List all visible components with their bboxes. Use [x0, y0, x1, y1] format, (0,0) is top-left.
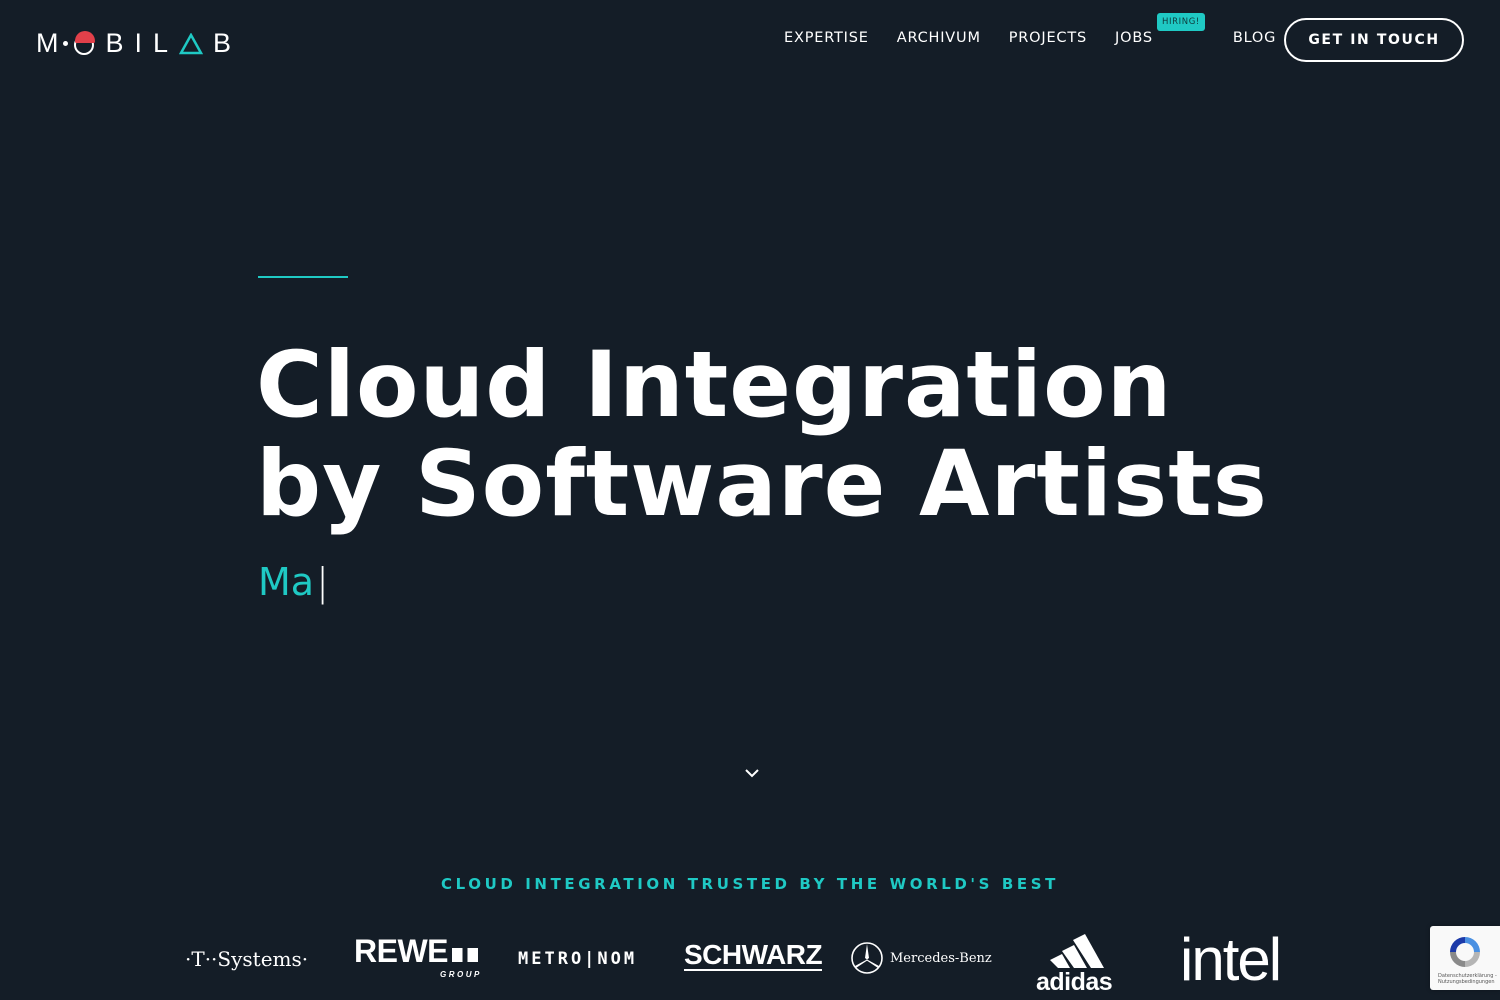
- logo-letter-m: M: [36, 28, 63, 58]
- hero-title: Cloud Integration by Software Artists: [256, 336, 1268, 534]
- logo-letter-b: B: [213, 28, 232, 58]
- page: M BIL B EXPERTISE ARCHIVUM PROJECTS JOBS…: [0, 0, 1500, 1000]
- mercedes-benz-logo: Mercedes-Benz: [850, 941, 992, 975]
- trusted-heading: CLOUD INTEGRATION TRUSTED BY THE WORLD'S…: [441, 875, 1059, 893]
- main-nav: EXPERTISE ARCHIVUM PROJECTS JOBS HIRING!…: [784, 13, 1304, 46]
- nav-expertise[interactable]: EXPERTISE: [784, 30, 869, 46]
- logo-dot: [62, 41, 68, 46]
- adidas-wordmark: adidas: [1036, 968, 1113, 996]
- rewe-logo: REWE GROUP: [354, 933, 479, 979]
- typed-text: Ma: [258, 560, 315, 604]
- metronom-logo: METRO|NOM: [518, 949, 638, 969]
- rewe-blocks-icon: [452, 948, 478, 962]
- typed-subtitle: Ma|: [258, 560, 329, 604]
- nav-jobs-label: JOBS: [1115, 30, 1153, 46]
- typing-cursor: |: [316, 560, 329, 604]
- santa-hat-icon: [72, 30, 96, 56]
- logo-triangle-a-icon: [179, 32, 204, 54]
- get-in-touch-button[interactable]: GET IN TOUCH: [1284, 18, 1464, 62]
- intel-logo: intel: [1180, 926, 1282, 993]
- rewe-wordmark: REWE: [354, 933, 449, 969]
- adidas-logo: adidas: [1036, 930, 1126, 996]
- schwarz-logo: SCHWARZ: [684, 939, 823, 971]
- client-logo-row: ·T··Systems· REWE GROUP METRO|NOM SCHWAR…: [0, 925, 1500, 1000]
- hero-accent-line: [258, 276, 348, 278]
- recaptcha-badge[interactable]: Datenschutzerklärung - Nutzungsbedingung…: [1430, 926, 1500, 990]
- chevron-down-icon[interactable]: [744, 766, 760, 780]
- mercedes-star-icon: [851, 942, 883, 974]
- tsystems-logo: ·T··Systems·: [185, 947, 309, 971]
- hero-title-line-1: Cloud Integration: [256, 333, 1173, 438]
- recaptcha-terms-link[interactable]: Nutzungsbedingungen: [1438, 979, 1497, 985]
- hero-title-line-2: by Software Artists: [256, 432, 1268, 537]
- mobilab-logo[interactable]: M BIL B: [36, 28, 231, 59]
- adidas-stripes-icon: [1050, 934, 1104, 968]
- recaptcha-terms[interactable]: Datenschutzerklärung - Nutzungsbedingung…: [1438, 973, 1497, 985]
- nav-archivum[interactable]: ARCHIVUM: [897, 30, 981, 46]
- hiring-badge: HIRING!: [1157, 13, 1205, 31]
- mercedes-wordmark: Mercedes-Benz: [890, 950, 992, 966]
- recaptcha-icon: [1450, 937, 1480, 967]
- rewe-group-label: GROUP: [440, 970, 482, 979]
- nav-projects[interactable]: PROJECTS: [1009, 30, 1087, 46]
- nav-jobs[interactable]: JOBS HIRING!: [1115, 13, 1205, 46]
- nav-blog[interactable]: BLOG: [1233, 30, 1276, 46]
- logo-letters: BIL: [105, 28, 180, 58]
